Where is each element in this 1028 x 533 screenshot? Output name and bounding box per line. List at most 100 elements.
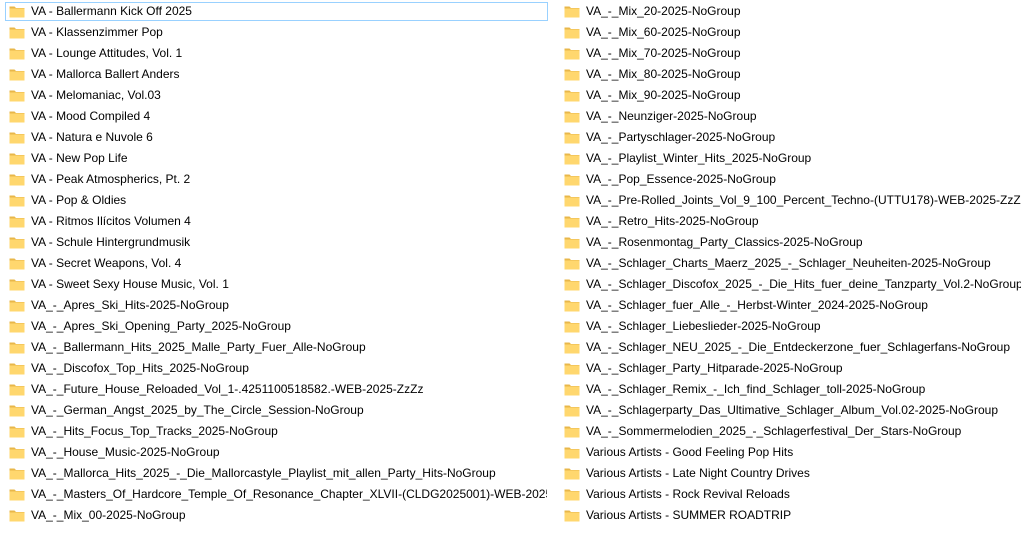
folder-name: VA_-_Mix_60-2025-NoGroup [586, 25, 741, 39]
folder-item[interactable]: VA_-_Future_House_Reloaded_Vol_1-.425110… [5, 380, 548, 399]
folder-item[interactable]: VA_-_Rosenmontag_Party_Classics-2025-NoG… [560, 233, 1022, 252]
folder-icon [564, 131, 580, 144]
folder-item[interactable]: VA_-_Discofox_Top_Hits_2025-NoGroup [5, 359, 548, 378]
folder-icon [564, 299, 580, 312]
folder-item[interactable]: VA_-_Schlager_Remix_-_Ich_find_Schlager_… [560, 380, 1022, 399]
folder-item[interactable]: VA_-_Mix_80-2025-NoGroup [560, 65, 1022, 84]
folder-icon [564, 89, 580, 102]
folder-item[interactable]: VA - Natura e Nuvole 6 [5, 128, 548, 147]
folder-icon [9, 446, 25, 459]
folder-item[interactable]: VA - Sweet Sexy House Music, Vol. 1 [5, 275, 548, 294]
folder-name: VA_-_Mallorca_Hits_2025_-_Die_Mallorcast… [31, 466, 496, 480]
folder-icon [9, 47, 25, 60]
folder-item[interactable]: VA - Lounge Attitudes, Vol. 1 [5, 44, 548, 63]
folder-name: Various Artists - SUMMER ROADTRIP [586, 508, 792, 522]
folder-icon [9, 173, 25, 186]
folder-icon [564, 47, 580, 60]
folder-item[interactable]: VA_-_Mix_60-2025-NoGroup [560, 23, 1022, 42]
folder-name: Various Artists - Good Feeling Pop Hits [586, 445, 794, 459]
folder-name: VA - New Pop Life [31, 151, 128, 165]
folder-list-view: VA - Ballermann Kick Off 2025 VA - Klasse… [0, 0, 1028, 533]
folder-icon [9, 152, 25, 165]
folder-icon [564, 362, 580, 375]
folder-name: VA_-_Schlager_Charts_Maerz_2025_-_Schlag… [586, 256, 991, 270]
folder-icon [9, 383, 25, 396]
folder-name: VA_-_Schlager_fuer_Alle_-_Herbst-Winter_… [586, 298, 928, 312]
folder-item[interactable]: VA_-_Schlager_Liebeslieder-2025-NoGroup [560, 317, 1022, 336]
folder-item[interactable]: VA_-_House_Music-2025-NoGroup [5, 443, 548, 462]
folder-item[interactable]: VA_-_Neunziger-2025-NoGroup [560, 107, 1022, 126]
folder-item[interactable]: VA - New Pop Life [5, 149, 548, 168]
folder-item[interactable]: VA - Schule Hintergrundmusik [5, 233, 548, 252]
folder-name: VA_-_Pre-Rolled_Joints_Vol_9_100_Percent… [586, 193, 1022, 207]
folder-icon [9, 488, 25, 501]
folder-icon [564, 404, 580, 417]
folder-item[interactable]: VA - Secret Weapons, Vol. 4 [5, 254, 548, 273]
folder-name: VA_-_Mix_70-2025-NoGroup [586, 46, 741, 60]
folder-name: VA_-_Schlager_Remix_-_Ich_find_Schlager_… [586, 382, 926, 396]
folder-item[interactable]: VA_-_Schlager_Party_Hitparade-2025-NoGro… [560, 359, 1022, 378]
folder-name: VA - Melomaniac, Vol.03 [31, 88, 161, 102]
folder-name: VA_-_Hits_Focus_Top_Tracks_2025-NoGroup [31, 424, 278, 438]
folder-item[interactable]: Various Artists - Rock Revival Reloads [560, 485, 1022, 504]
folder-item[interactable]: VA - Klassenzimmer Pop [5, 23, 548, 42]
folder-item[interactable]: VA_-_Apres_Ski_Hits-2025-NoGroup [5, 296, 548, 315]
folder-icon [564, 5, 580, 18]
folder-item[interactable]: VA_-_Pre-Rolled_Joints_Vol_9_100_Percent… [560, 191, 1022, 210]
folder-item[interactable]: VA_-_Mallorca_Hits_2025_-_Die_Mallorcast… [5, 464, 548, 483]
folder-icon [564, 236, 580, 249]
folder-icon [564, 215, 580, 228]
folder-item[interactable]: VA_-_Retro_Hits-2025-NoGroup [560, 212, 1022, 231]
folder-item[interactable]: VA - Ritmos Ilícitos Volumen 4 [5, 212, 548, 231]
folder-item[interactable]: VA_-_Partyschlager-2025-NoGroup [560, 128, 1022, 147]
folder-icon [9, 425, 25, 438]
folder-name: VA - Ritmos Ilícitos Volumen 4 [31, 214, 191, 228]
folder-item[interactable]: VA_-_Mix_20-2025-NoGroup [560, 2, 1022, 21]
folder-item[interactable]: VA_-_Schlager_NEU_2025_-_Die_Entdeckerzo… [560, 338, 1022, 357]
folder-item[interactable]: VA_-_Hits_Focus_Top_Tracks_2025-NoGroup [5, 422, 548, 441]
folder-item[interactable]: VA_-_Schlagerparty_Das_Ultimative_Schlag… [560, 401, 1022, 420]
folder-item[interactable]: VA_-_Sommermelodien_2025_-_Schlagerfesti… [560, 422, 1022, 441]
folder-icon [564, 341, 580, 354]
folder-name: VA_-_Schlager_NEU_2025_-_Die_Entdeckerzo… [586, 340, 1011, 354]
folder-item[interactable]: VA_-_Schlager_fuer_Alle_-_Herbst-Winter_… [560, 296, 1022, 315]
folder-name: VA - Peak Atmospherics, Pt. 2 [31, 172, 191, 186]
folder-icon [564, 467, 580, 480]
folder-item[interactable]: VA - Mood Compiled 4 [5, 107, 548, 126]
folder-icon [9, 341, 25, 354]
folder-item[interactable]: VA - Pop & Oldies [5, 191, 548, 210]
folder-item[interactable]: VA - Mallorca Ballert Anders [5, 65, 548, 84]
folder-name: VA_-_Ballermann_Hits_2025_Malle_Party_Fu… [31, 340, 366, 354]
folder-item[interactable]: Various Artists - SUMMER ROADTRIP [560, 506, 1022, 525]
folder-item[interactable]: VA_-_Mix_00-2025-NoGroup [5, 506, 548, 525]
folder-name: VA - Natura e Nuvole 6 [31, 130, 153, 144]
folder-item[interactable]: VA_-_Schlager_Charts_Maerz_2025_-_Schlag… [560, 254, 1022, 273]
folder-item[interactable]: VA_-_Ballermann_Hits_2025_Malle_Party_Fu… [5, 338, 548, 357]
folder-item[interactable]: VA - Peak Atmospherics, Pt. 2 [5, 170, 548, 189]
folder-icon [9, 404, 25, 417]
folder-icon [564, 278, 580, 291]
folder-item[interactable]: VA_-_Schlager_Discofox_2025_-_Die_Hits_f… [560, 275, 1022, 294]
folder-item[interactable]: Various Artists - Good Feeling Pop Hits [560, 443, 1022, 462]
folder-item[interactable]: VA_-_Mix_90-2025-NoGroup [560, 86, 1022, 105]
folder-icon [564, 509, 580, 522]
folder-item[interactable]: Various Artists - Late Night Country Dri… [560, 464, 1022, 483]
folder-name: VA_-_Mix_20-2025-NoGroup [586, 4, 741, 18]
folder-name: Various Artists - Rock Revival Reloads [586, 487, 790, 501]
folder-name: VA - Ballermann Kick Off 2025 [31, 4, 192, 18]
folder-icon [564, 383, 580, 396]
folder-item[interactable]: VA_-_Apres_Ski_Opening_Party_2025-NoGrou… [5, 317, 548, 336]
folder-item[interactable]: VA_-_Playlist_Winter_Hits_2025-NoGroup [560, 149, 1022, 168]
folder-name: Various Artists - Late Night Country Dri… [586, 466, 810, 480]
folder-item[interactable]: VA - Melomaniac, Vol.03 [5, 86, 548, 105]
folder-item[interactable]: VA_-_Masters_Of_Hardcore_Temple_Of_Reson… [5, 485, 548, 504]
folder-icon [564, 68, 580, 81]
folder-item[interactable]: VA - Ballermann Kick Off 2025 [5, 2, 548, 21]
folder-icon [9, 131, 25, 144]
folder-name: VA - Sweet Sexy House Music, Vol. 1 [31, 277, 229, 291]
folder-item[interactable]: VA_-_German_Angst_2025_by_The_Circle_Ses… [5, 401, 548, 420]
folder-name: VA_-_German_Angst_2025_by_The_Circle_Ses… [31, 403, 364, 417]
folder-name: VA - Pop & Oldies [31, 193, 127, 207]
folder-item[interactable]: VA_-_Mix_70-2025-NoGroup [560, 44, 1022, 63]
folder-item[interactable]: VA_-_Pop_Essence-2025-NoGroup [560, 170, 1022, 189]
